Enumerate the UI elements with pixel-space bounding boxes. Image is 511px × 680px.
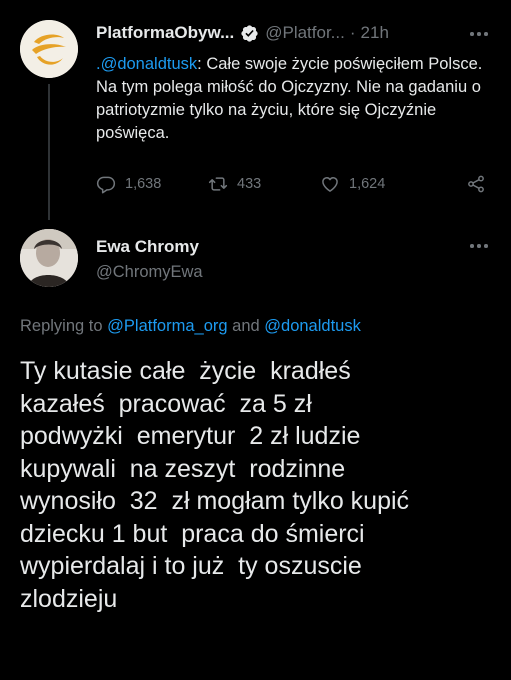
parent-tweet-text: .@donaldtusk: Całe swoje życie poświęcił… xyxy=(96,53,506,145)
parent-tweet-header: PlatformaObyw... @Platfor... · 21h xyxy=(96,23,496,43)
reply-text-line: kupywali na zeszyt rodzinne xyxy=(20,454,346,483)
like-action[interactable]: 1,624 xyxy=(320,174,385,194)
replying-prefix: Replying to xyxy=(20,317,103,335)
reply-text-line: kazałeś pracować za 5 zł xyxy=(20,389,312,418)
reply-text-line: zlodzieju xyxy=(20,584,118,613)
reply-bubble-icon xyxy=(96,176,116,194)
retweet-action[interactable]: 433 xyxy=(208,174,261,194)
reply-display-name[interactable]: Ewa Chromy xyxy=(96,237,199,257)
share-icon xyxy=(468,175,484,193)
parent-display-name[interactable]: PlatformaObyw... xyxy=(96,23,234,43)
reply-text-line: wypierdalaj i to już ty oszuscie xyxy=(20,552,362,580)
replies-count: 1,638 xyxy=(125,176,162,192)
reply-action[interactable]: 1,638 xyxy=(96,174,161,194)
reply-text-line: dziecku 1 but praca do śmierci xyxy=(20,519,365,548)
reply-tweet-text: Ty kutasie całe życie kradłeś kazałeś pr… xyxy=(20,355,500,615)
replying-mention-platforma[interactable]: @Platforma_org xyxy=(107,317,227,335)
replying-mention-donaldtusk[interactable]: @donaldtusk xyxy=(264,317,361,335)
ewa-chromy-avatar[interactable] xyxy=(20,229,78,287)
verified-badge-icon xyxy=(241,24,258,42)
platforma-avatar[interactable] xyxy=(20,20,78,78)
reply-more-options-icon[interactable] xyxy=(470,243,488,249)
profile-photo-icon xyxy=(20,229,78,287)
reply-text-line: wynosiło 32 zł mogłam tylko kupić xyxy=(20,487,410,515)
retweet-icon xyxy=(208,177,228,191)
reply-text-line: Ty kutasie całe życie kradłeś xyxy=(20,357,351,385)
reply-text-line: podwyżki emerytur 2 zł ludzie xyxy=(20,422,361,450)
likes-count: 1,624 xyxy=(349,176,386,192)
platforma-logo-icon xyxy=(20,20,78,78)
parent-text-mention[interactable]: .@donaldtusk xyxy=(96,55,197,73)
parent-timestamp[interactable]: 21h xyxy=(361,23,389,43)
heart-icon xyxy=(322,177,338,192)
parent-handle[interactable]: @Platfor... xyxy=(265,23,345,43)
parent-action-bar: 1,638 433 1,624 xyxy=(96,174,496,198)
share-action[interactable] xyxy=(466,174,495,194)
replying-and: and xyxy=(232,317,260,335)
replying-to-line: Replying to @Platforma_org and @donaldtu… xyxy=(20,317,361,336)
thread-connector-line xyxy=(48,84,50,220)
parent-more-options-icon[interactable] xyxy=(470,31,488,37)
retweets-count: 433 xyxy=(237,176,262,192)
reply-handle[interactable]: @ChromyEwa xyxy=(96,263,203,282)
time-separator: · xyxy=(349,23,356,42)
